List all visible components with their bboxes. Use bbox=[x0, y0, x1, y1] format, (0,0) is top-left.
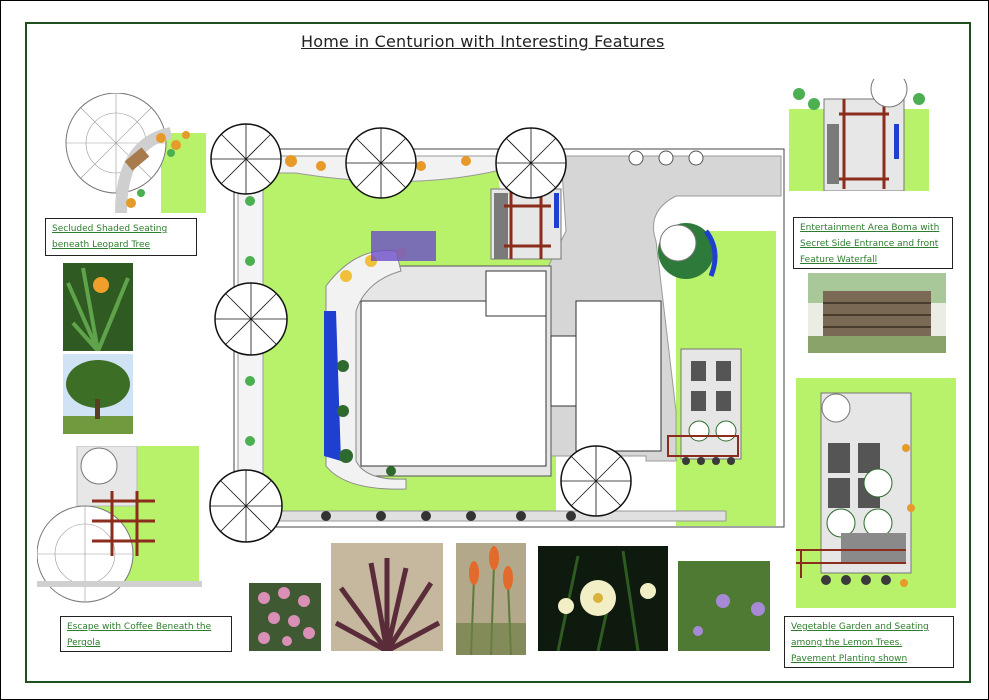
red-hot-poker-photo bbox=[456, 543, 526, 655]
boma-detail bbox=[789, 79, 929, 191]
caption-entertainment-boma: Entertainment Area Boma with Secret Side… bbox=[793, 217, 953, 269]
phormium-photo bbox=[331, 543, 443, 651]
page-title: Home in Centurion with Interesting Featu… bbox=[301, 32, 665, 51]
site-plan bbox=[209, 123, 785, 543]
vegetable-garden-detail bbox=[796, 378, 956, 608]
house-block-garage bbox=[575, 300, 662, 452]
waterfall-photo bbox=[808, 273, 946, 353]
caption-escape-pergola: Escape with Coffee Beneath the Pergola bbox=[60, 616, 232, 652]
caption-vegetable-garden: Vegetable Garden and Seating among the L… bbox=[784, 616, 954, 668]
caption-secluded-seating: Secluded Shaded Seating beneath Leopard … bbox=[45, 218, 197, 256]
pergola-detail bbox=[37, 446, 202, 603]
clivia-photo bbox=[63, 263, 133, 351]
pink-flower-photo bbox=[249, 583, 321, 651]
leopard-tree-photo bbox=[63, 354, 133, 434]
white-flower-photo bbox=[538, 546, 668, 651]
secluded-seating-detail bbox=[65, 93, 206, 214]
plan-sheet: Home in Centurion with Interesting Featu… bbox=[0, 0, 989, 700]
house-block-main bbox=[360, 300, 547, 467]
purple-flower-photo bbox=[678, 561, 770, 651]
